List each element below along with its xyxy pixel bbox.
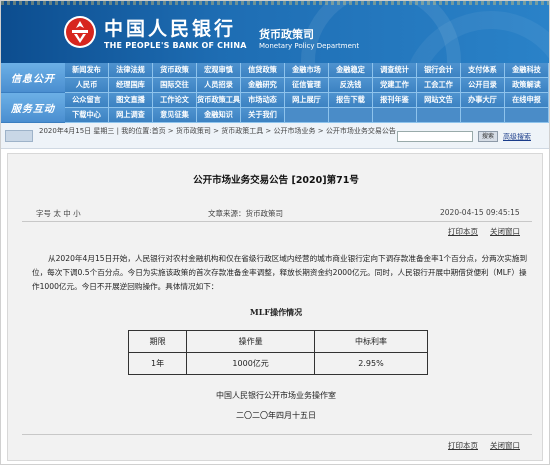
nav-item[interactable]: 工会工作 [417, 78, 461, 93]
table-header: 期限 [127, 330, 188, 353]
search-input[interactable] [397, 131, 473, 142]
nav-item[interactable]: 货币政策 [153, 63, 197, 78]
font-size-selector[interactable]: 字号 太 中 小 [36, 208, 81, 219]
nav-item[interactable]: 金融研究 [241, 78, 285, 93]
close-link[interactable]: 关闭窗口 [490, 226, 520, 237]
nav-filler [505, 108, 549, 123]
breadcrumb-bar: 2020年4月15日 星期三 | 我的位置:首页 > 货币政策司 > 货币政策工… [1, 123, 549, 149]
table-header: 操作量 [186, 330, 316, 353]
breadcrumb[interactable]: 2020年4月15日 星期三 | 我的位置:首页 > 货币政策司 > 货币政策工… [39, 126, 399, 136]
nav-item[interactable]: 人员招录 [197, 78, 241, 93]
advanced-search-link[interactable]: 高级搜索 [503, 132, 531, 142]
nav-section-info-public[interactable]: 信息公开 [1, 63, 65, 93]
nav-item[interactable]: 图文直播 [109, 93, 153, 108]
nav-item[interactable]: 调查统计 [373, 63, 417, 78]
article-title: 公开市场业务交易公告 [2020]第71号 [193, 175, 359, 186]
nav-item[interactable]: 网上展厅 [285, 93, 329, 108]
table-cell: 1000亿元 [186, 352, 316, 375]
nav-item[interactable]: 报刊年鉴 [373, 93, 417, 108]
close-link[interactable]: 关闭窗口 [490, 440, 520, 451]
nav-item[interactable]: 公众留言 [65, 93, 109, 108]
nav-item[interactable]: 货币政策工具 [197, 93, 241, 108]
article-source: 文章来源：货币政策司 [208, 209, 283, 218]
nav-item[interactable]: 新闻发布 [65, 63, 109, 78]
nav-item[interactable]: 宏观审慎 [197, 63, 241, 78]
nav-section-service[interactable]: 服务互动 [1, 93, 65, 123]
nav-item[interactable]: 网站文告 [417, 93, 461, 108]
nav-item[interactable]: 公开目录 [461, 78, 505, 93]
dept-name-en: Monetary Policy Department [259, 42, 360, 50]
nav-filler [329, 108, 373, 123]
nav-item[interactable]: 关于我们 [241, 108, 285, 123]
nav-item[interactable]: 信贷政策 [241, 63, 285, 78]
nav-item[interactable]: 支付体系 [461, 63, 505, 78]
nav-item[interactable]: 国际交往 [153, 78, 197, 93]
nav-item[interactable]: 办事大厅 [461, 93, 505, 108]
header-decoration [1, 1, 549, 5]
nav-item[interactable]: 市场动态 [241, 93, 285, 108]
table-cell: 1年 [127, 352, 188, 375]
nav-filler [373, 108, 417, 123]
nav-item[interactable]: 政策解读 [505, 78, 549, 93]
nav-item[interactable]: 人民币 [65, 78, 109, 93]
nav-item[interactable]: 工作论文 [153, 93, 197, 108]
dept-name-cn: 货币政策司 [259, 28, 314, 41]
nav-item[interactable]: 法律法规 [109, 63, 153, 78]
nav-item[interactable]: 下载中心 [65, 108, 109, 123]
bank-name-cn: 中国人民银行 [104, 18, 237, 40]
nav-filler [461, 108, 505, 123]
table-row: 1年 1000亿元 2.95% [127, 352, 428, 375]
article-body: 从2020年4月15日开始，人民银行对农村金融机构和仅在省级行政区域内经营的城市… [32, 254, 528, 291]
table-title: MLF操作情况 [249, 307, 303, 317]
bank-name-en: THE PEOPLE'S BANK OF CHINA [104, 41, 247, 50]
home-icon[interactable] [5, 130, 33, 142]
nav-item[interactable]: 金融科技 [505, 63, 549, 78]
nav-filler [417, 108, 461, 123]
sign-date: 二〇二〇年四月十五日 [236, 411, 316, 420]
divider [22, 434, 532, 435]
nav-filler [285, 108, 329, 123]
nav-item[interactable]: 在线申报 [505, 93, 549, 108]
nav-item[interactable]: 党建工作 [373, 78, 417, 93]
nav-item[interactable]: 报告下载 [329, 93, 373, 108]
nav-item[interactable]: 意见征集 [153, 108, 197, 123]
search-button[interactable]: 搜索 [478, 131, 498, 142]
article-panel: 公开市场业务交易公告 [2020]第71号 字号 太 中 小 文章来源：货币政策… [7, 153, 543, 461]
nav-item[interactable]: 金融稳定 [329, 63, 373, 78]
nav-item[interactable]: 银行会计 [417, 63, 461, 78]
nav-item[interactable]: 征信管理 [285, 78, 329, 93]
main-nav: 信息公开 服务互动 新闻发布 法律法规 货币政策 宏观审慎 信贷政策 金融市场 … [1, 63, 549, 123]
nav-item[interactable]: 网上调查 [109, 108, 153, 123]
signature: 中国人民银行公开市场业务操作室 [216, 391, 336, 400]
nav-item[interactable]: 反洗钱 [329, 78, 373, 93]
table-header-row: 期限 操作量 中标利率 [127, 330, 428, 353]
site-header: 中国人民银行 THE PEOPLE'S BANK OF CHINA 货币政策司 … [1, 1, 549, 63]
page-root: 中国人民银行 THE PEOPLE'S BANK OF CHINA 货币政策司 … [0, 0, 550, 465]
mlf-table: 期限 操作量 中标利率 1年 1000亿元 2.95% [127, 330, 428, 375]
divider [22, 221, 532, 222]
article-date: 2020-04-15 09:45:15 [440, 208, 520, 217]
nav-item[interactable]: 经理国库 [109, 78, 153, 93]
table-header: 中标利率 [314, 330, 428, 353]
print-link[interactable]: 打印本页 [448, 226, 478, 237]
nav-item[interactable]: 金融市场 [285, 63, 329, 78]
nav-item[interactable]: 金融知识 [197, 108, 241, 123]
pboc-logo-icon[interactable] [63, 15, 97, 49]
table-cell: 2.95% [314, 352, 428, 375]
print-link[interactable]: 打印本页 [448, 440, 478, 451]
